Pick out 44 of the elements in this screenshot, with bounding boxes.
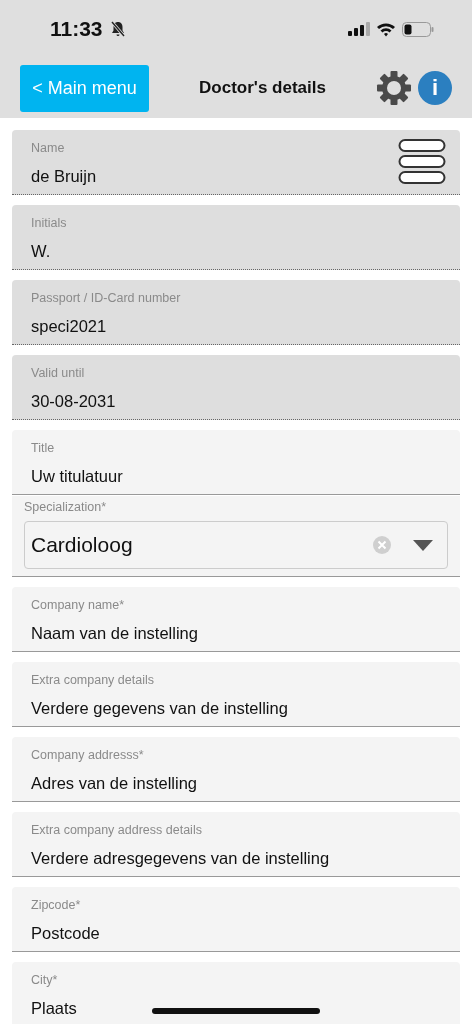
dropdown-field[interactable]: Cardioloog bbox=[24, 521, 448, 569]
text-field[interactable]: Initials W. bbox=[12, 205, 460, 270]
menu-icon[interactable] bbox=[398, 138, 446, 186]
field-label: City* bbox=[31, 972, 58, 987]
wifi-icon bbox=[376, 21, 396, 37]
field-value: Verdere adresgegevens van de instelling bbox=[31, 848, 330, 868]
field-label: Valid until bbox=[31, 365, 85, 380]
status-time: 11:33 bbox=[50, 17, 103, 41]
text-field[interactable]: City* Plaats bbox=[12, 962, 460, 1024]
text-field[interactable]: Company addresss* Adres van de instelling bbox=[12, 737, 460, 802]
field-label: Company name* bbox=[31, 597, 125, 612]
field-value: Adres van de instelling bbox=[31, 773, 197, 793]
field-label: Initials bbox=[31, 215, 67, 230]
field-label: Company addresss* bbox=[31, 747, 144, 762]
field-value: Postcode bbox=[31, 923, 100, 943]
field-value: Verdere gegevens van de instelling bbox=[31, 698, 288, 718]
field-label: Passport / ID-Card number bbox=[31, 290, 181, 305]
text-field[interactable]: Zipcode* Postcode bbox=[12, 887, 460, 952]
field-label: Name bbox=[31, 140, 65, 155]
text-field[interactable]: Title Uw titulatuur bbox=[12, 430, 460, 495]
field-label: Extra company details bbox=[31, 672, 154, 687]
field-label: Title bbox=[31, 440, 55, 455]
battery-icon bbox=[402, 21, 434, 37]
info-icon[interactable]: i bbox=[418, 71, 452, 105]
signal-icon bbox=[348, 22, 370, 36]
field-value: de Bruijn bbox=[31, 166, 97, 186]
field-label: Zipcode* bbox=[31, 897, 81, 912]
field-label: Specialization* bbox=[24, 500, 107, 514]
field-value: 30-08-2031 bbox=[31, 391, 116, 411]
text-field[interactable]: Company name* Naam van de instelling bbox=[12, 587, 460, 652]
text-field[interactable]: Valid until 30-08-2031 bbox=[12, 355, 460, 420]
text-field[interactable]: Extra company address details Verdere adresgegevens van de instelling bbox=[12, 812, 460, 877]
settings-icon[interactable] bbox=[376, 70, 412, 106]
text-field[interactable]: Extra company details Verdere gegevens van de instelling bbox=[12, 662, 460, 727]
text-field[interactable]: Passport / ID-Card number speci2021 bbox=[12, 280, 460, 345]
field-value: Naam van de instelling bbox=[31, 623, 198, 643]
field-value: speci2021 bbox=[31, 316, 107, 336]
caret-icon[interactable] bbox=[413, 539, 433, 551]
text-field[interactable]: Name de Bruijn bbox=[12, 130, 460, 195]
field-value: W. bbox=[31, 241, 51, 261]
page-title: Doctor's details bbox=[198, 78, 327, 98]
field-value: Uw titulatuur bbox=[31, 466, 123, 486]
field-label: Extra company address details bbox=[31, 822, 202, 837]
field-value: Plaats bbox=[31, 998, 77, 1018]
